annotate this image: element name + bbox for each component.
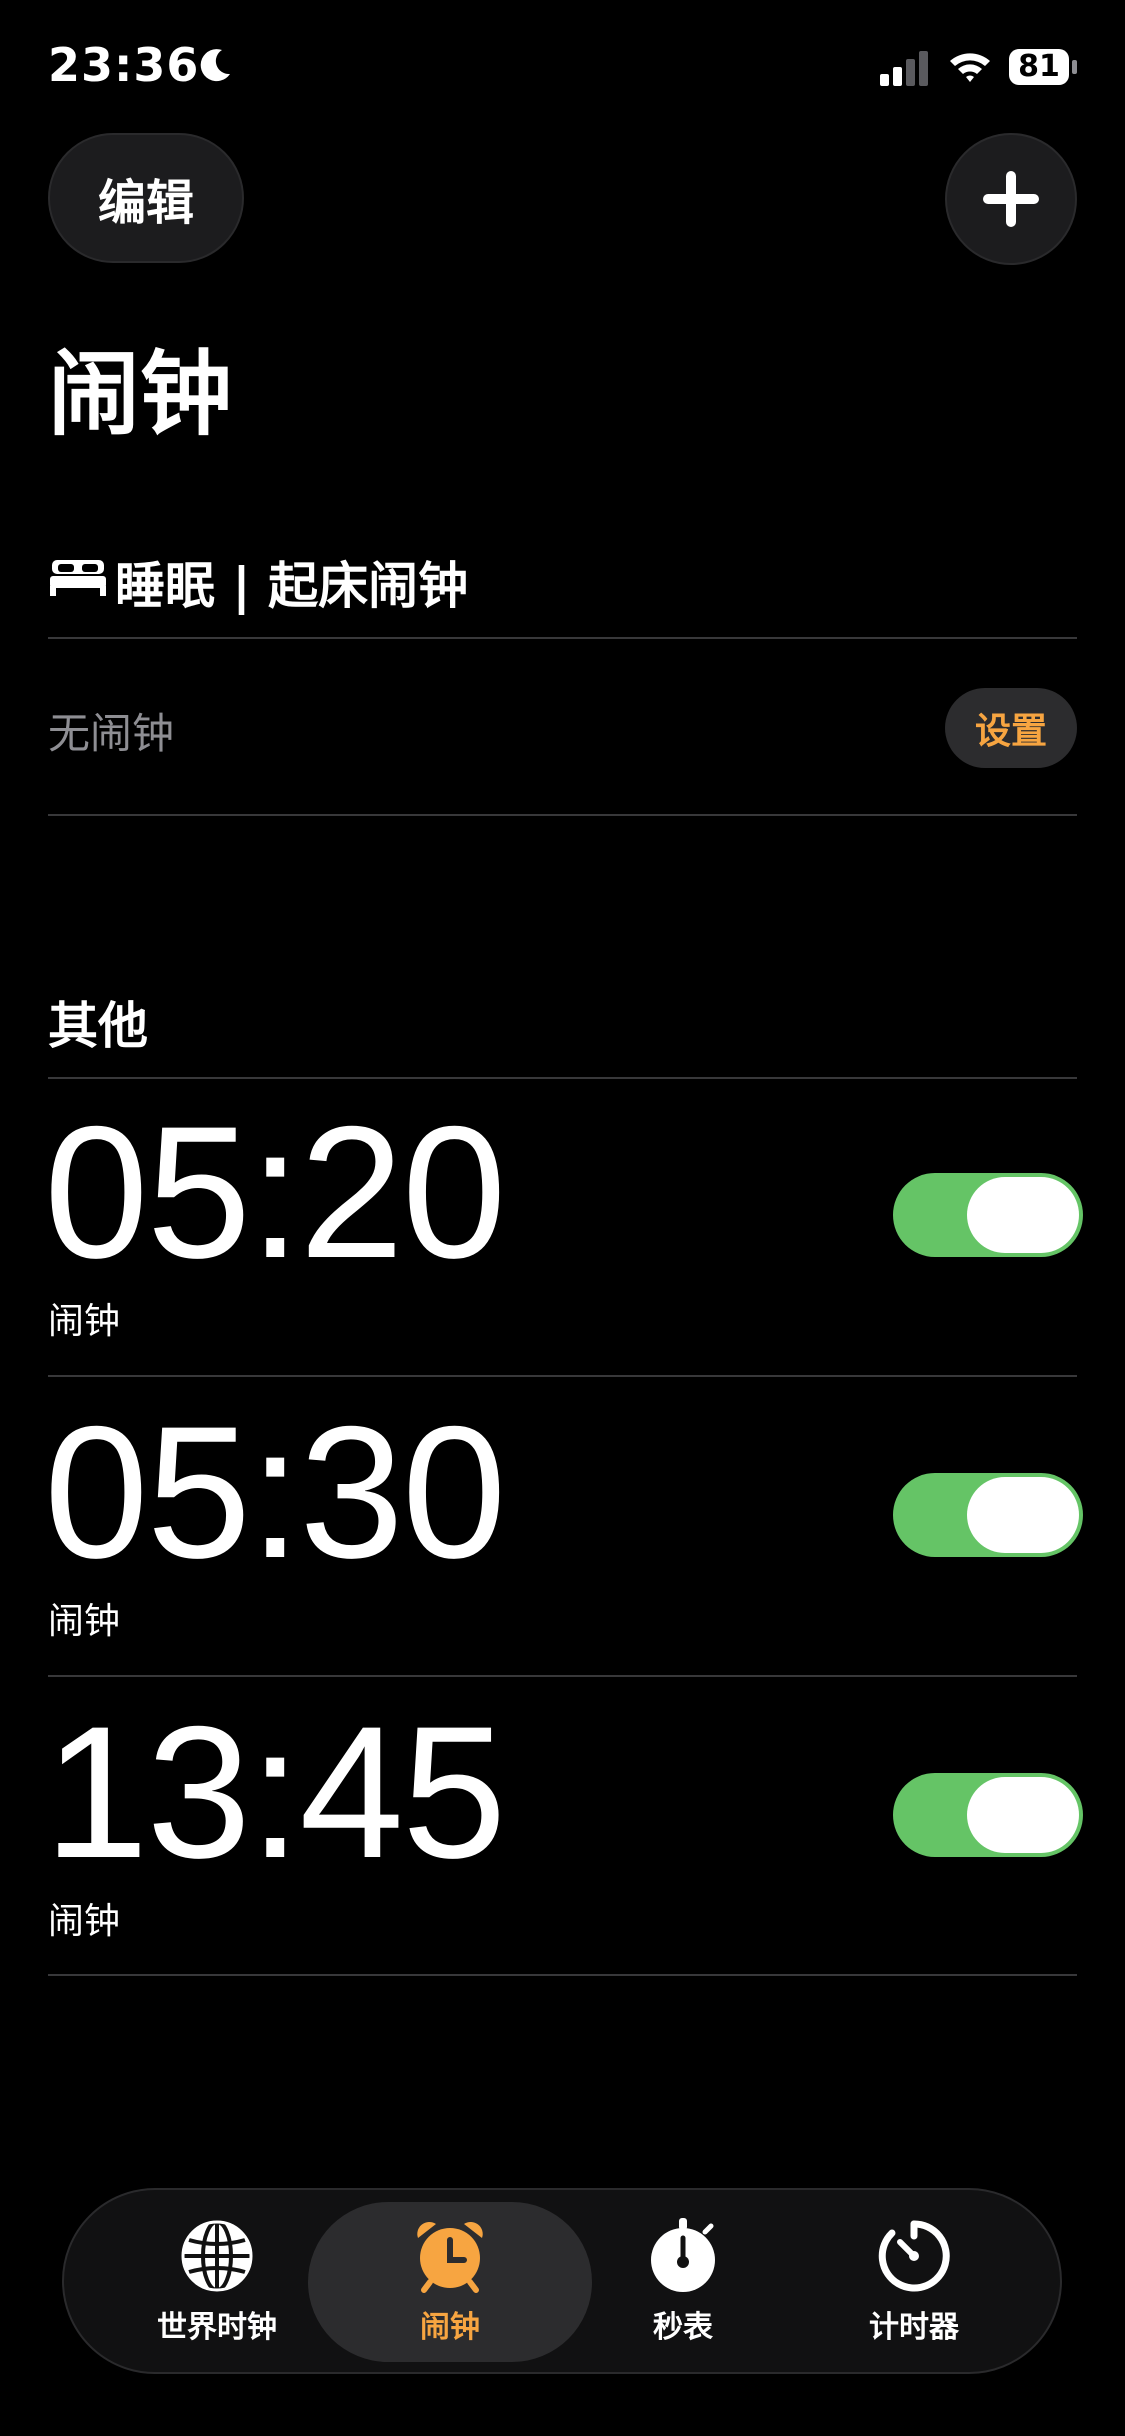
setup-button[interactable]: 设置 (945, 688, 1077, 768)
timer-icon (878, 2220, 950, 2292)
page-title: 闹钟 (48, 341, 233, 448)
status-time: 23:36 (48, 38, 200, 92)
divider (48, 1375, 1077, 1377)
alarm-toggle[interactable] (893, 1473, 1083, 1557)
wifi-icon (950, 53, 990, 82)
cellular-signal-icon (880, 51, 928, 86)
tab-alarm[interactable]: 闹钟 (335, 2190, 565, 2372)
alarm-clock-icon (417, 2221, 483, 2293)
tab-label: 世界时钟 (157, 2310, 277, 2345)
tab-label: 闹钟 (420, 2310, 480, 2345)
alarm-toggle[interactable] (893, 1773, 1083, 1857)
toggle-knob (967, 1177, 1079, 1253)
plus-icon (983, 171, 1039, 227)
tab-stopwatch[interactable]: 秒表 (568, 2190, 798, 2372)
tab-label: 秒表 (653, 2310, 713, 2345)
alarm-label: 闹钟 (48, 1301, 121, 1342)
toggle-knob (967, 1777, 1079, 1853)
tab-label: 计时器 (869, 2310, 959, 2345)
alarm-label: 闹钟 (48, 1901, 121, 1942)
divider (48, 637, 1077, 639)
tab-bar: 世界时钟 闹钟 秒表 计时器 (62, 2188, 1062, 2374)
other-section-title: 其他 (48, 997, 148, 1055)
alarm-time[interactable]: 05:30 (44, 1398, 506, 1586)
bed-icon (50, 560, 106, 596)
sleep-section-title: 睡眠 | 起床闹钟 (115, 557, 469, 615)
alarm-time[interactable]: 05:20 (44, 1098, 506, 1286)
alarm-label: 闹钟 (48, 1601, 121, 1642)
tab-world-clock[interactable]: 世界时钟 (102, 2190, 332, 2372)
alarm-time[interactable]: 13:45 (44, 1698, 506, 1886)
globe-icon (181, 2220, 253, 2292)
battery-indicator: 81 (1008, 48, 1080, 86)
add-alarm-button[interactable] (945, 133, 1077, 265)
alarm-toggle[interactable] (893, 1173, 1083, 1257)
no-alarm-text: 无闹钟 (48, 709, 175, 758)
edit-button[interactable]: 编辑 (48, 133, 244, 263)
divider (48, 1077, 1077, 1079)
tab-timer[interactable]: 计时器 (799, 2190, 1029, 2372)
moon-icon (200, 49, 230, 82)
stopwatch-icon (651, 2218, 715, 2292)
divider (48, 1974, 1077, 1976)
battery-level: 81 (1018, 49, 1060, 84)
toggle-knob (967, 1477, 1079, 1553)
divider (48, 1675, 1077, 1677)
divider (48, 814, 1077, 816)
